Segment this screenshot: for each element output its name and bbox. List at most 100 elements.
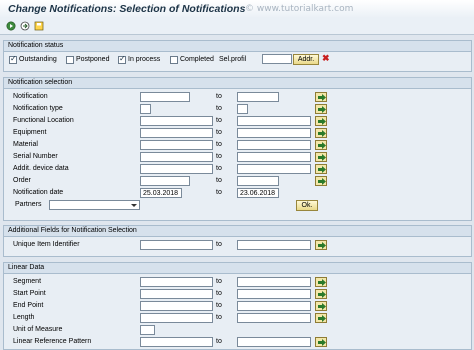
multiple-selection-button[interactable]: [315, 289, 327, 299]
field-label: Notification: [13, 93, 48, 100]
to-label: to: [216, 141, 222, 148]
multiple-selection-button[interactable]: [315, 104, 327, 114]
order-to-input[interactable]: [237, 176, 279, 186]
field-label: Equipment: [13, 129, 47, 136]
to-label: to: [216, 278, 222, 285]
equipment-from-input[interactable]: [140, 128, 213, 138]
material-to-input[interactable]: [237, 140, 311, 150]
length-from-input[interactable]: [140, 313, 213, 323]
notification-date-to-input[interactable]: 23.06.2018: [237, 188, 279, 198]
to-label: to: [216, 338, 222, 345]
get-variant-icon[interactable]: [20, 21, 30, 31]
field-label: Notification type: [13, 105, 63, 112]
group-title: Linear Data: [8, 264, 45, 271]
field-label: End Point: [13, 302, 44, 309]
notification-date-from-input[interactable]: 25.03.2018: [140, 188, 182, 198]
multiple-selection-button[interactable]: [315, 92, 327, 102]
notification-from-input[interactable]: [140, 92, 190, 102]
multiple-selection-button[interactable]: [315, 116, 327, 126]
end-point-to-input[interactable]: [237, 301, 311, 311]
checkbox-outstanding[interactable]: ✓: [9, 54, 17, 64]
notification-status-group: Notification status ✓ Outstanding Postpo…: [3, 40, 472, 72]
serial-number-from-input[interactable]: [140, 152, 213, 162]
functional-location-to-input[interactable]: [237, 116, 311, 126]
partners-label: Partners: [15, 201, 42, 208]
unique-item-identifier-to-input[interactable]: [237, 240, 311, 250]
start-point-from-input[interactable]: [140, 289, 213, 299]
checkbox-in-process[interactable]: ✓: [118, 54, 126, 64]
field-label: Functional Location: [13, 117, 74, 124]
start-point-to-input[interactable]: [237, 289, 311, 299]
field-label: Length: [13, 314, 35, 321]
field-label: Linear Reference Pattern: [13, 338, 92, 345]
unit-of-measure-input[interactable]: [140, 325, 155, 335]
to-label: to: [216, 93, 222, 100]
field-label: Start Point: [13, 290, 46, 297]
multiple-selection-button[interactable]: [315, 277, 327, 287]
multiple-selection-button[interactable]: [315, 337, 327, 347]
serial-number-to-input[interactable]: [237, 152, 311, 162]
checkbox-completed[interactable]: [170, 56, 178, 64]
notification-type-to-input[interactable]: [237, 104, 248, 114]
to-label: to: [216, 165, 222, 172]
end-point-from-input[interactable]: [140, 301, 213, 311]
functional-location-from-input[interactable]: [140, 116, 213, 126]
to-label: to: [216, 117, 222, 124]
checkbox-label: Postponed: [76, 56, 110, 63]
checkbox-label: Outstanding: [19, 56, 57, 63]
segment-from-input[interactable]: [140, 277, 213, 287]
device-data-to-input[interactable]: [237, 164, 311, 174]
multiple-selection-button[interactable]: [315, 128, 327, 138]
watermark: © www.tutorialkart.com: [245, 4, 354, 14]
material-from-input[interactable]: [140, 140, 213, 150]
group-title: Notification status: [8, 42, 64, 49]
check-icon: ✓: [119, 54, 126, 63]
length-to-input[interactable]: [237, 313, 311, 323]
field-label: Unit of Measure: [13, 326, 63, 333]
checkbox-label: In process: [128, 56, 161, 63]
linear-reference-pattern-from-input[interactable]: [140, 337, 213, 347]
field-label: Unique Item Identifier: [13, 241, 80, 248]
partners-select[interactable]: [49, 200, 140, 210]
device-data-from-input[interactable]: [140, 164, 213, 174]
delete-icon[interactable]: ✖: [322, 53, 330, 64]
field-label: Notification date: [13, 189, 64, 196]
multiple-selection-button[interactable]: [315, 240, 327, 250]
ok-button[interactable]: Ok.: [296, 200, 318, 211]
field-label: Addit. device data: [13, 165, 69, 172]
chevron-down-icon: [130, 201, 138, 209]
segment-to-input[interactable]: [237, 277, 311, 287]
group-title: Notification selection: [8, 79, 73, 86]
sel-profil-input[interactable]: [262, 54, 292, 64]
to-label: to: [216, 241, 222, 248]
to-label: to: [216, 105, 222, 112]
to-label: to: [216, 302, 222, 309]
execute-icon[interactable]: [6, 21, 16, 31]
to-label: to: [216, 129, 222, 136]
unique-item-identifier-from-input[interactable]: [140, 240, 213, 250]
sel-profil-label: Sel.profil: [219, 56, 247, 63]
to-label: to: [216, 189, 222, 196]
notification-to-input[interactable]: [237, 92, 279, 102]
application-toolbar: [0, 18, 474, 35]
notification-type-from-input[interactable]: [140, 104, 151, 114]
save-variant-icon[interactable]: [34, 21, 44, 31]
linear-reference-pattern-to-input[interactable]: [237, 337, 311, 347]
to-label: to: [216, 153, 222, 160]
multiple-selection-button[interactable]: [315, 313, 327, 323]
order-from-input[interactable]: [140, 176, 190, 186]
page-title: Change Notifications: Selection of Notif…: [8, 3, 246, 15]
multiple-selection-button[interactable]: [315, 152, 327, 162]
to-label: to: [216, 314, 222, 321]
field-label: Order: [13, 177, 31, 184]
field-label: Serial Number: [13, 153, 58, 160]
multiple-selection-button[interactable]: [315, 176, 327, 186]
multiple-selection-button[interactable]: [315, 140, 327, 150]
multiple-selection-button[interactable]: [315, 164, 327, 174]
notification-selection-group: Notification selection Notification to N…: [3, 77, 472, 221]
checkbox-postponed[interactable]: [66, 56, 74, 64]
multiple-selection-button[interactable]: [315, 301, 327, 311]
check-icon: ✓: [10, 54, 17, 63]
equipment-to-input[interactable]: [237, 128, 311, 138]
address-button[interactable]: Addr.: [293, 54, 319, 65]
